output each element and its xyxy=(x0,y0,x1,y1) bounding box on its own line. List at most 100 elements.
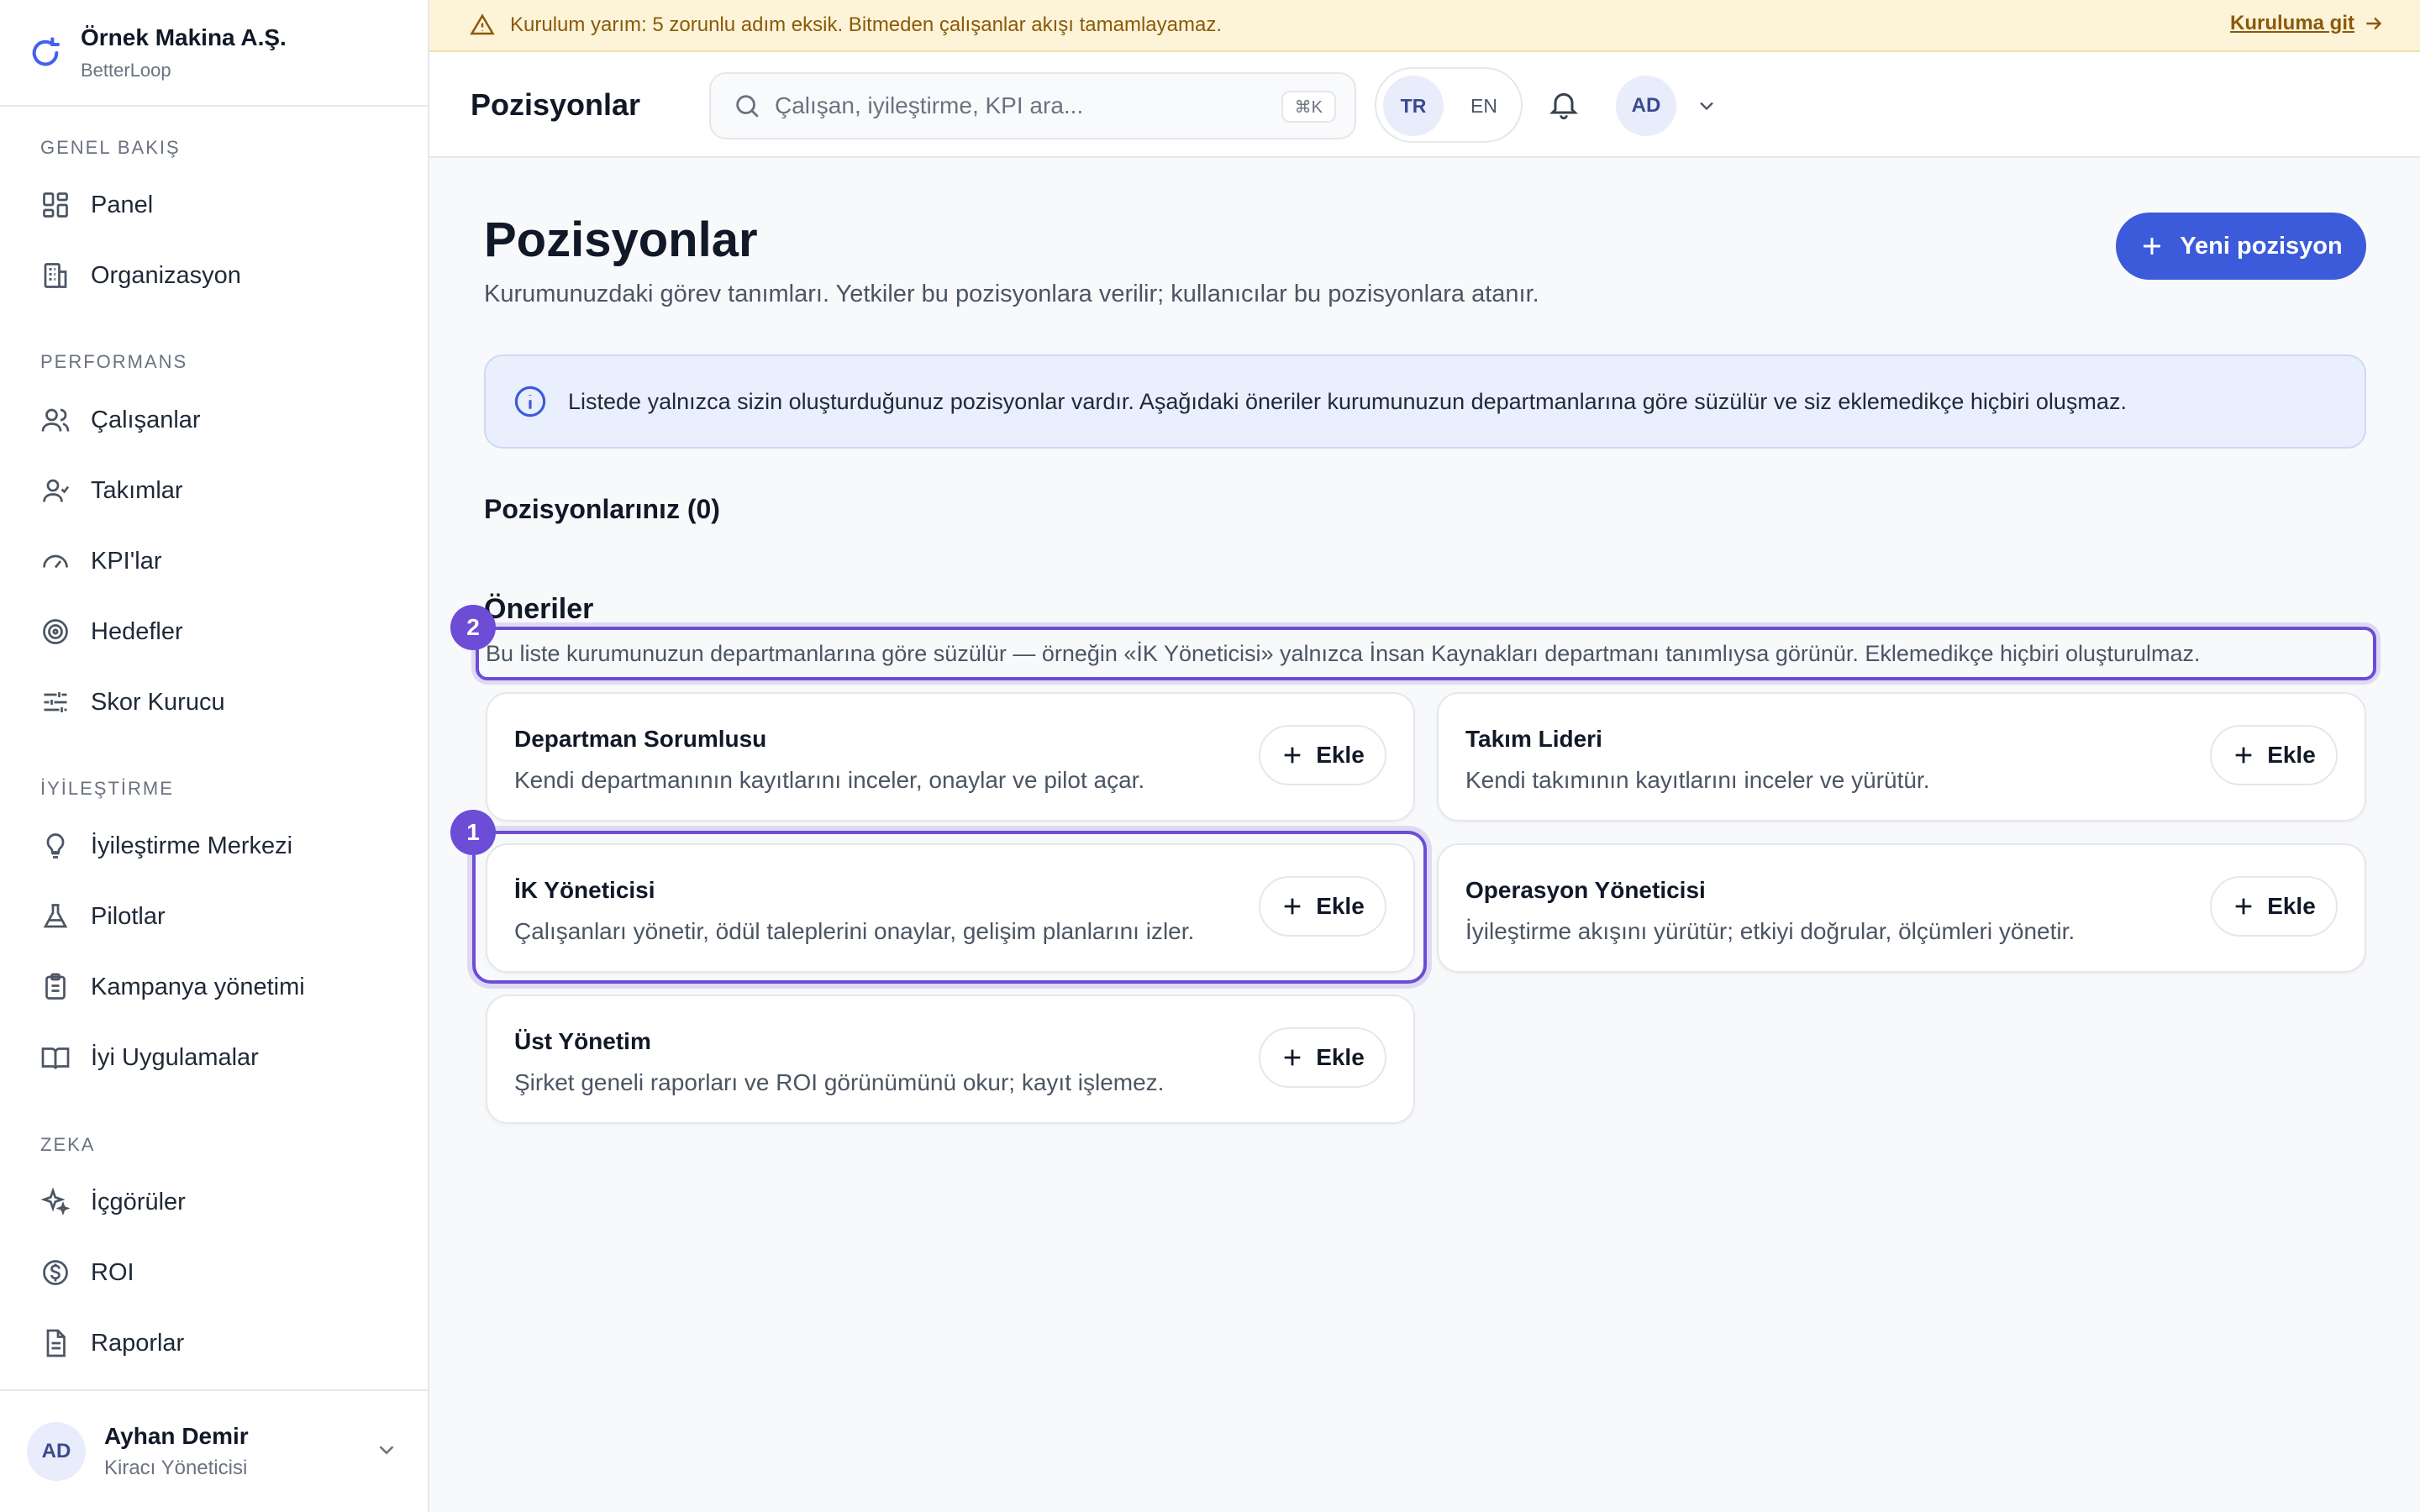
user-avatar: AD xyxy=(27,1422,86,1481)
setup-link-label: Kuruluma git xyxy=(2230,12,2354,34)
plus-icon xyxy=(2235,747,2252,764)
language-switch: TR EN xyxy=(1375,67,1523,143)
step-badge-1: 1 xyxy=(450,810,496,855)
clipboard-icon xyxy=(45,973,66,1000)
suggestion-desc: Kendi takımının kayıtlarını inceler ve y… xyxy=(1465,767,1930,793)
search-icon xyxy=(736,95,759,118)
sidebar-item-label: KPI'lar xyxy=(91,547,162,575)
new-position-label: Yeni pozisyon xyxy=(2180,232,2343,260)
suggestion-title: Departman Sorumlusu xyxy=(514,726,767,752)
chevron-down-icon[interactable] xyxy=(1695,94,1718,118)
nav-heading-iyilestirme: İYİLEŞTİRME xyxy=(40,778,174,799)
add-label: Ekle xyxy=(1316,742,1365,768)
suggestion-desc: Şirket geneli raporları ve ROI görünümün… xyxy=(514,1069,1165,1095)
sidebar-item-kampanya[interactable]: Kampanya yönetimi xyxy=(40,962,410,1012)
sliders-icon xyxy=(44,692,67,712)
suggestion-title: Üst Yönetim xyxy=(514,1028,651,1054)
info-icon xyxy=(514,386,546,417)
search-input[interactable] xyxy=(775,92,1245,119)
suggestion-card: Departman Sorumlusu Kendi departmanının … xyxy=(486,692,1415,822)
highlight-frame xyxy=(472,831,1427,984)
suggestion-title: Takım Lideri xyxy=(1465,726,1602,752)
org-name: Örnek Makina A.Ş. xyxy=(81,24,287,50)
plus-icon xyxy=(1284,1049,1301,1066)
suggestions-hint: Bu liste kurumunuzun departmanlarına gör… xyxy=(476,627,2376,680)
user-role: Kiracı Yöneticisi xyxy=(104,1457,248,1479)
suggestion-card: Operasyon Yöneticisi İyileştirme akışını… xyxy=(1437,843,2366,973)
add-button[interactable]: Ekle xyxy=(2210,725,2338,785)
target-icon xyxy=(43,619,68,644)
add-label: Ekle xyxy=(1316,1044,1365,1070)
sidebar-item-calisanlar[interactable]: Çalışanlar xyxy=(40,395,410,445)
sidebar-item-label: Pilotlar xyxy=(91,902,166,930)
user-menu[interactable]: AD Ayhan Demir Kiracı Yöneticisi xyxy=(0,1389,429,1512)
sidebar-item-icgoruler[interactable]: İçgörüler xyxy=(40,1177,410,1227)
dollar-icon xyxy=(43,1260,68,1285)
sidebar-item-label: ROI xyxy=(91,1258,134,1286)
sidebar-item-label: İçgörüler xyxy=(91,1188,186,1215)
sidebar-item-label: Skor Kurucu xyxy=(91,688,225,716)
lightbulb-icon xyxy=(46,833,65,858)
add-button[interactable]: Ekle xyxy=(1259,725,1386,785)
building-icon xyxy=(44,263,67,288)
page-subtitle: Kurumunuzdaki görev tanımları. Yetkiler … xyxy=(484,281,1539,307)
arrow-right-icon xyxy=(2366,17,2382,30)
file-icon xyxy=(46,1329,66,1357)
suggestion-card: Takım Lideri Kendi takımının kayıtlarını… xyxy=(1437,692,2366,822)
gauge-icon xyxy=(43,554,68,569)
add-label: Ekle xyxy=(2267,893,2316,919)
setup-banner: Kurulum yarım: 5 zorunlu adım eksik. Bit… xyxy=(429,0,2420,52)
top-header: Pozisyonlar ⌘K TR EN AD xyxy=(429,52,2420,158)
suggestions-heading: Öneriler xyxy=(484,593,594,625)
sidebar-item-panel[interactable]: Panel xyxy=(40,180,410,230)
suggestions-hint-text: Bu liste kurumunuzun departmanlarına gör… xyxy=(486,640,2201,666)
user-name: Ayhan Demir xyxy=(104,1423,249,1449)
header-avatar[interactable]: AD xyxy=(1616,76,1676,136)
suggestion-title: Operasyon Yöneticisi xyxy=(1465,877,1706,903)
book-icon xyxy=(41,1047,70,1069)
nav-heading-genel: GENEL BAKIŞ xyxy=(40,137,181,158)
sidebar-item-takimlar[interactable]: Takımlar xyxy=(40,465,410,516)
users-icon xyxy=(41,408,70,432)
lang-tr-button[interactable]: TR xyxy=(1383,76,1444,136)
nav-heading-performans: PERFORMANS xyxy=(40,351,188,372)
sidebar-item-skor-kurucu[interactable]: Skor Kurucu xyxy=(40,677,410,727)
search-box[interactable]: ⌘K xyxy=(709,72,1356,139)
info-callout: Listede yalnızca sizin oluşturduğunuz po… xyxy=(484,354,2366,449)
your-positions-heading: Pozisyonlarınız (0) xyxy=(484,494,720,524)
sidebar-item-organizasyon[interactable]: Organizasyon xyxy=(40,250,410,301)
sidebar-item-roi[interactable]: ROI xyxy=(40,1247,410,1298)
plus-icon xyxy=(2144,238,2161,255)
plus-icon xyxy=(1284,747,1301,764)
add-button[interactable]: Ekle xyxy=(1259,1027,1386,1088)
refresh-logo-icon xyxy=(32,36,60,66)
app-name: BetterLoop xyxy=(81,59,171,81)
suggestion-desc: İyileştirme akışını yürütür; etkiyi doğr… xyxy=(1465,918,2075,944)
sidebar-item-raporlar[interactable]: Raporlar xyxy=(40,1318,410,1368)
suggestion-desc: Kendi departmanının kayıtlarını inceler,… xyxy=(514,767,1145,793)
sidebar-item-hedefler[interactable]: Hedefler xyxy=(40,606,410,657)
header-title: Pozisyonlar xyxy=(471,87,641,122)
new-position-button[interactable]: Yeni pozisyon xyxy=(2116,213,2366,280)
team-icon xyxy=(43,479,70,502)
sidebar-item-label: İyi Uygulamalar xyxy=(91,1043,259,1071)
add-label: Ekle xyxy=(2267,742,2316,768)
sidebar-item-label: Çalışanlar xyxy=(91,406,201,433)
setup-link[interactable]: Kuruluma git xyxy=(2230,12,2385,35)
brand[interactable]: Örnek Makina A.Ş. BetterLoop xyxy=(0,0,428,107)
sidebar-item-iyilestirme-merkezi[interactable]: İyileştirme Merkezi xyxy=(40,821,410,871)
sparkles-icon xyxy=(40,1187,71,1215)
nav-heading-zeka: ZEKA xyxy=(40,1134,96,1155)
lang-en-button[interactable]: EN xyxy=(1454,76,1514,136)
banner-message: Kurulum yarım: 5 zorunlu adım eksik. Bit… xyxy=(510,13,1222,36)
bell-icon[interactable] xyxy=(1547,87,1581,121)
sidebar-item-label: Hedefler xyxy=(91,617,183,645)
sidebar-item-pilotlar[interactable]: Pilotlar xyxy=(40,891,410,942)
plus-icon xyxy=(2235,898,2252,915)
page-title: Pozisyonlar xyxy=(484,213,758,267)
sidebar-item-iyi-uygulamalar[interactable]: İyi Uygulamalar xyxy=(40,1032,410,1083)
add-button[interactable]: Ekle xyxy=(2210,876,2338,937)
sidebar-item-kpilar[interactable]: KPI'lar xyxy=(40,536,410,586)
chevron-down-icon xyxy=(379,1446,394,1455)
step-badge-2: 2 xyxy=(450,605,496,650)
